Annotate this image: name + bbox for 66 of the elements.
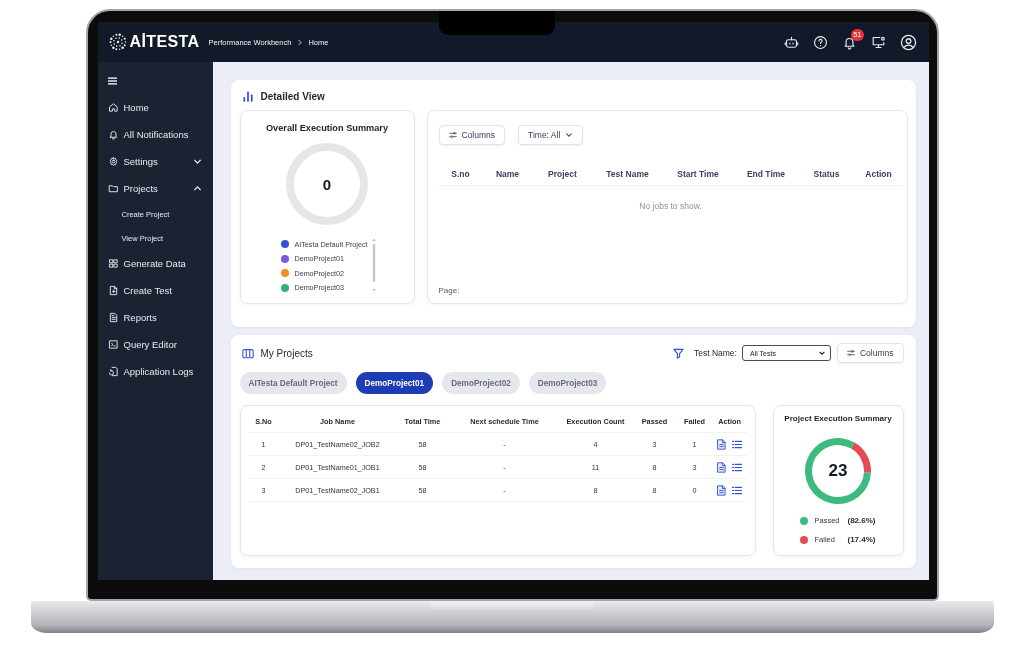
dotted-circle-icon	[108, 33, 127, 51]
columns-button[interactable]: Columns	[438, 125, 506, 145]
column-header: Project	[547, 169, 578, 179]
robot-icon[interactable]	[783, 34, 799, 50]
project-tab[interactable]: AITesta Default Project	[239, 372, 347, 394]
filter-icon[interactable]	[672, 347, 684, 359]
terminal-icon	[107, 339, 119, 350]
column-header: Start Time	[676, 169, 720, 179]
sliders-icon	[448, 131, 457, 139]
sidebar-item[interactable]: Generate Data	[107, 250, 213, 277]
sidebar-item[interactable]: All Notifications	[107, 121, 213, 148]
document-icon	[107, 312, 119, 323]
time-filter-button[interactable]: Time: All	[518, 125, 584, 145]
gear-icon	[107, 156, 119, 167]
project-tab[interactable]: DemoProject03	[528, 372, 607, 394]
columns-button[interactable]: Columns	[836, 343, 904, 363]
sidebar-item[interactable]: Create Test	[107, 277, 213, 304]
monitor-icon[interactable]	[870, 34, 886, 50]
columns-icon	[241, 347, 254, 359]
sidebar-item[interactable]: Application Logs	[107, 358, 213, 385]
sidebar-item[interactable]: Query Editor	[107, 331, 213, 358]
card-title: Overall Execution Summary	[265, 122, 388, 134]
sliders-icon	[846, 349, 855, 357]
chevron-down-icon	[565, 131, 574, 139]
logo-text: AİTESTA	[129, 33, 200, 51]
column-header: Status	[812, 169, 841, 179]
legend-value: (82.6%)	[847, 516, 876, 525]
list-icon[interactable]	[732, 462, 742, 472]
sidebar-item[interactable]: Home	[107, 94, 213, 121]
section-title: My Projects	[260, 347, 313, 359]
total-count: 23	[828, 461, 848, 481]
card-title: Project Execution Summary	[784, 414, 892, 423]
user-icon[interactable]	[899, 33, 917, 51]
document-icon[interactable]	[717, 484, 726, 496]
document-icon[interactable]	[717, 438, 726, 450]
chevron-right-icon	[296, 38, 304, 46]
column-header: Test Name	[605, 169, 650, 179]
home-icon	[107, 102, 119, 113]
list-icon[interactable]	[732, 439, 742, 449]
grid-icon	[107, 258, 119, 269]
sidebar-item[interactable]: Projects	[107, 175, 213, 202]
legend-value: (17.4%)	[847, 535, 876, 544]
total-count: 0	[322, 175, 332, 193]
column-header: S.no	[450, 169, 471, 179]
chevron-down-icon	[817, 349, 826, 357]
list-icon[interactable]	[732, 485, 742, 495]
column-header: Name	[494, 169, 521, 179]
empty-message: No jobs to show.	[639, 201, 702, 211]
bell-icon	[107, 129, 119, 140]
menu-icon[interactable]	[107, 76, 117, 86]
folder-icon	[107, 183, 119, 194]
help-icon[interactable]	[812, 34, 828, 50]
sidebar-item[interactable]: Reports	[107, 304, 213, 331]
sidebar-item[interactable]: Settings	[107, 148, 213, 175]
filter-label: Test Name:	[693, 348, 737, 358]
bar-chart-icon	[242, 90, 253, 102]
pager-label: Page:	[438, 286, 461, 295]
file-plus-icon	[107, 285, 119, 296]
column-header: End Time	[745, 169, 787, 179]
column-header: Action	[864, 169, 893, 179]
scrollbar[interactable]	[370, 237, 377, 293]
document-icon[interactable]	[717, 461, 726, 473]
page-refresh-icon	[107, 366, 119, 377]
section-title: Detailed View	[260, 90, 325, 102]
project-tab[interactable]: DemoProject01	[355, 372, 434, 394]
project-tab[interactable]: DemoProject02	[442, 372, 520, 394]
